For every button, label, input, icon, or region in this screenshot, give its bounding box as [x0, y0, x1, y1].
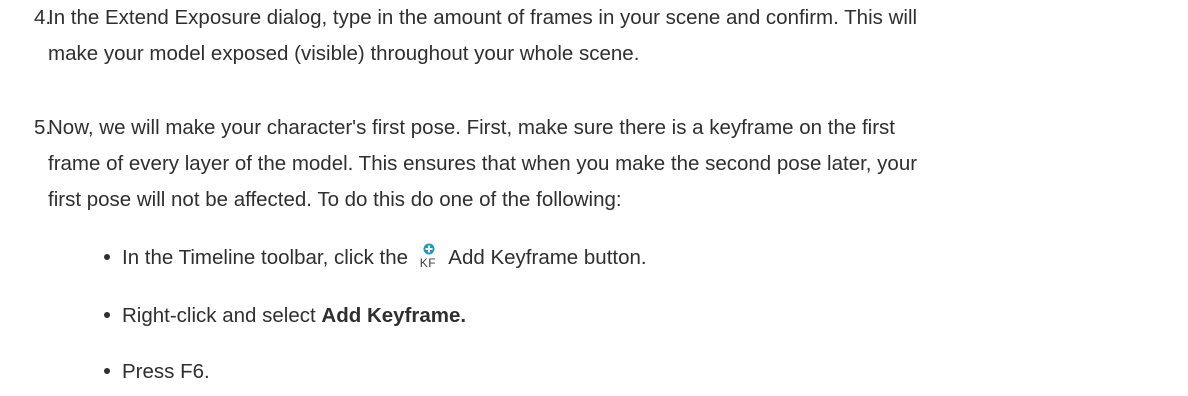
step-line: first pose will not be affected. To do t…: [48, 188, 622, 211]
bullet-text: Press F6.: [122, 360, 210, 383]
bullet-text: In the Timeline toolbar, click the: [122, 246, 409, 269]
bullet-press-f6: Press F6.: [104, 354, 210, 390]
bullet-dot: [104, 253, 110, 260]
bullet-dot: [104, 367, 110, 374]
plus-circle-icon: [423, 243, 435, 255]
step-line: make your model exposed (visible) throug…: [48, 42, 640, 65]
bullet-dot: [104, 311, 110, 318]
step-text: Now, we will make your character's first…: [48, 110, 1183, 218]
bullet-text: Add Keyframe button.: [448, 246, 647, 269]
bullet-timeline-toolbar: In the Timeline toolbar, click the KF Ad…: [104, 240, 647, 276]
step-text: In the Extend Exposure dialog, type in t…: [48, 0, 1183, 72]
bullet-bold-text: Add Keyframe.: [321, 304, 467, 327]
bullet-right-click: Right-click and select Add Keyframe.: [104, 298, 466, 334]
kf-label: KF: [419, 255, 437, 270]
step-line: Now, we will make your character's first…: [48, 116, 895, 139]
step-line: In the Extend Exposure dialog, type in t…: [48, 6, 918, 29]
add-keyframe-icon: KF: [418, 243, 440, 269]
step-line: frame of every layer of the model. This …: [48, 152, 918, 175]
bullet-text: Right-click and select: [122, 304, 316, 327]
